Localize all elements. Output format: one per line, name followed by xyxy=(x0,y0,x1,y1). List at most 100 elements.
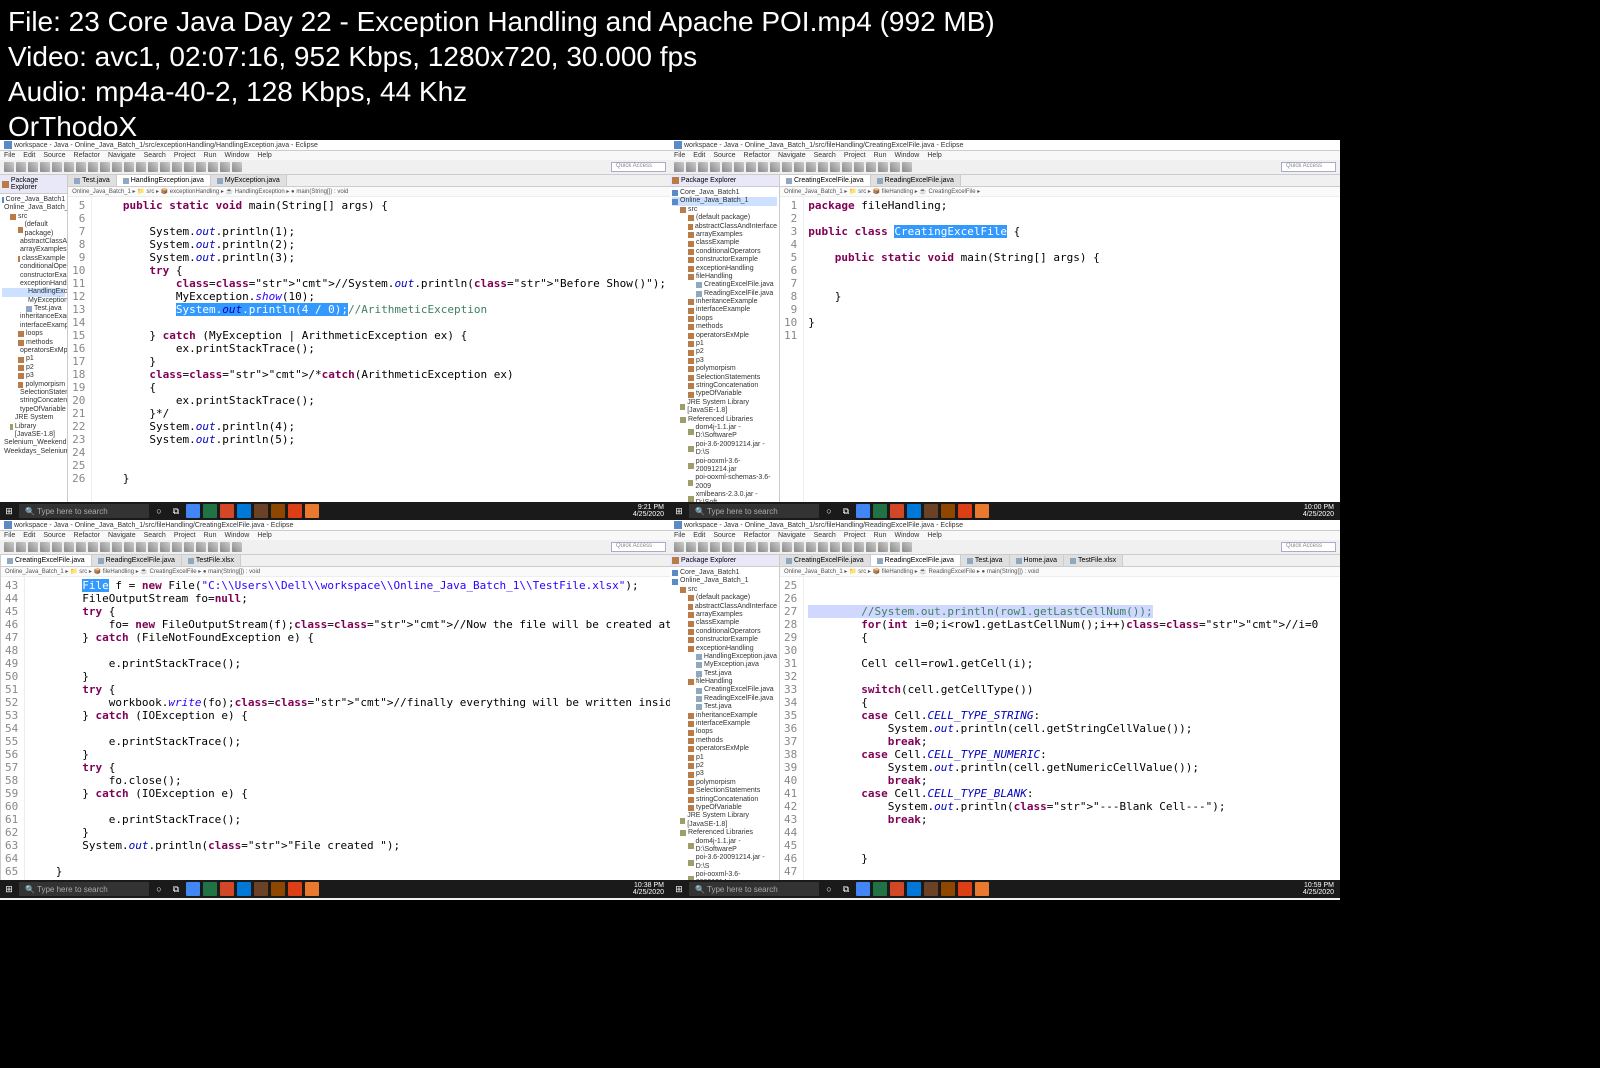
taskbar-app-icon[interactable] xyxy=(203,882,217,896)
toolbar-icon[interactable] xyxy=(220,542,230,552)
taskbar-app-icon[interactable] xyxy=(254,882,268,896)
tree-item[interactable]: abstractClassAndInterface xyxy=(2,238,65,246)
quick-access-input[interactable]: Quick Access xyxy=(1281,162,1336,172)
toolbar-icon[interactable] xyxy=(196,542,206,552)
taskbar-app-icon[interactable] xyxy=(288,504,302,518)
tree-item[interactable]: Test.java xyxy=(2,305,65,313)
taskbar-app-icon[interactable] xyxy=(271,504,285,518)
tree-item[interactable]: poi-ooxml-3.6-20091214.jar xyxy=(672,458,777,475)
tree-item[interactable]: typeOfVariable xyxy=(672,390,777,398)
tree-item[interactable]: Online_Java_Batch_1 xyxy=(2,204,65,212)
taskbar-app-icon[interactable] xyxy=(271,882,285,896)
menu-navigate[interactable]: Navigate xyxy=(778,152,806,159)
tree-item[interactable]: p2 xyxy=(672,348,777,356)
toolbar-icon[interactable] xyxy=(88,542,98,552)
toolbar-icon[interactable] xyxy=(52,162,62,172)
menu-search[interactable]: Search xyxy=(144,532,166,539)
toolbar-icon[interactable] xyxy=(698,162,708,172)
toolbar-icon[interactable] xyxy=(100,162,110,172)
toolbar-icon[interactable] xyxy=(782,542,792,552)
tree-item[interactable]: constructorExample xyxy=(672,256,777,264)
tree-item[interactable]: typeOfVariable xyxy=(2,406,65,414)
toolbar-icon[interactable] xyxy=(112,162,122,172)
menu-source[interactable]: Source xyxy=(713,152,735,159)
toolbar-icon[interactable] xyxy=(902,162,912,172)
toolbar-icon[interactable] xyxy=(4,542,14,552)
tree-item[interactable]: interfaceExample xyxy=(672,306,777,314)
taskbar-app-icon[interactable] xyxy=(924,504,938,518)
tree-item[interactable]: src xyxy=(2,213,65,221)
toolbar-icon[interactable] xyxy=(746,542,756,552)
menu-file[interactable]: File xyxy=(4,532,15,539)
toolbar-icon[interactable] xyxy=(878,162,888,172)
toolbar-icon[interactable] xyxy=(172,542,182,552)
toolbar-icon[interactable] xyxy=(758,542,768,552)
taskbar-app-icon[interactable] xyxy=(237,504,251,518)
toolbar-icon[interactable] xyxy=(770,162,780,172)
tree-item[interactable]: conditionalOperators xyxy=(672,628,777,636)
toolbar-icon[interactable] xyxy=(40,162,50,172)
editor-tab[interactable]: CreatingExcelFile.java xyxy=(1,555,92,566)
tree-item[interactable]: JRE System Library [JavaSE-1.8] xyxy=(672,812,777,829)
taskbar-clock[interactable]: 10:59 PM4/25/2020 xyxy=(1299,882,1338,896)
toolbar-icon[interactable] xyxy=(782,162,792,172)
code-editor[interactable]: 5 6 7 8 9 10 11 12 13 14 15 16 17 18 19 … xyxy=(68,197,670,510)
toolbar-icon[interactable] xyxy=(746,162,756,172)
taskbar-app-icon[interactable] xyxy=(186,504,200,518)
quick-access-input[interactable]: Quick Access xyxy=(611,162,666,172)
code-content[interactable]: //System.out.println(row1.getLastCellNum… xyxy=(804,577,1340,890)
tree-item[interactable]: stringConcatenation xyxy=(672,382,777,390)
editor-tab[interactable]: CreatingExcelFile.java xyxy=(780,555,871,566)
tree-item[interactable]: SelectionStatements xyxy=(2,389,65,397)
tree-item[interactable]: ReadingExcelFile.java xyxy=(672,695,777,703)
tree-item[interactable]: poi-ooxml-schemas-3.6-2009 xyxy=(672,474,777,491)
menu-file[interactable]: File xyxy=(674,152,685,159)
tree-item[interactable]: exceptionHandling xyxy=(672,265,777,273)
toolbar-icon[interactable] xyxy=(220,162,230,172)
toolbar-icon[interactable] xyxy=(698,542,708,552)
taskbar-app-icon[interactable] xyxy=(873,882,887,896)
toolbar-icon[interactable] xyxy=(686,162,696,172)
tree-item[interactable]: exceptionHandling xyxy=(2,280,65,288)
tree-item[interactable]: p3 xyxy=(672,770,777,778)
quick-access-input[interactable]: Quick Access xyxy=(1281,542,1336,552)
tree-item[interactable]: poi-3.6-20091214.jar - D:\S xyxy=(672,441,777,458)
tree-item[interactable]: HandlingException.java xyxy=(672,653,777,661)
tree-item[interactable]: p1 xyxy=(2,355,65,363)
tree-item[interactable]: inheritanceExample xyxy=(672,298,777,306)
tree-item[interactable]: operatorsExMple xyxy=(672,332,777,340)
taskbar-app-icon[interactable] xyxy=(941,504,955,518)
toolbar-icon[interactable] xyxy=(734,542,744,552)
toolbar-icon[interactable] xyxy=(16,162,26,172)
toolbar-icon[interactable] xyxy=(148,542,158,552)
toolbar-icon[interactable] xyxy=(890,162,900,172)
tree-item[interactable]: Core_Java_Batch1 xyxy=(2,196,65,204)
taskbar-app-icon[interactable] xyxy=(890,504,904,518)
taskbar-app-icon[interactable] xyxy=(958,504,972,518)
taskbar-app-icon[interactable] xyxy=(924,882,938,896)
editor-tab[interactable]: HandlingException.java xyxy=(117,175,211,186)
menu-run[interactable]: Run xyxy=(204,152,217,159)
toolbar-icon[interactable] xyxy=(710,542,720,552)
tree-item[interactable]: interfaceExample xyxy=(672,720,777,728)
taskbar-search[interactable]: 🔍 Type here to search xyxy=(19,882,149,896)
tree-item[interactable]: loops xyxy=(672,728,777,736)
breadcrumb[interactable]: Online_Java_Batch_1 ▸ 📁 src ▸ 📦 exceptio… xyxy=(68,187,670,197)
toolbar-icon[interactable] xyxy=(28,162,38,172)
toolbar-icon[interactable] xyxy=(28,542,38,552)
menu-run[interactable]: Run xyxy=(204,532,217,539)
code-content[interactable]: File f = new File("C:\\Users\\Dell\\work… xyxy=(25,577,670,890)
taskbar-app-icon[interactable] xyxy=(237,882,251,896)
tree-item[interactable]: Core_Java_Batch1 xyxy=(672,189,777,197)
breadcrumb[interactable]: Online_Java_Batch_1 ▸ 📁 src ▸ 📦 fileHand… xyxy=(780,567,1340,577)
tree-item[interactable]: fileHandling xyxy=(672,273,777,281)
tree-item[interactable]: ReadingExcelFile.java xyxy=(672,290,777,298)
tree-item[interactable]: CreatingExcelFile.java xyxy=(672,686,777,694)
menu-project[interactable]: Project xyxy=(844,532,866,539)
menu-search[interactable]: Search xyxy=(814,152,836,159)
menu-window[interactable]: Window xyxy=(894,532,919,539)
toolbar-icon[interactable] xyxy=(208,542,218,552)
tree-item[interactable]: conditionalOperators xyxy=(672,248,777,256)
tree-item[interactable]: Weekdays_Selenium_Batch1 xyxy=(2,448,65,456)
toolbar-icon[interactable] xyxy=(124,542,134,552)
